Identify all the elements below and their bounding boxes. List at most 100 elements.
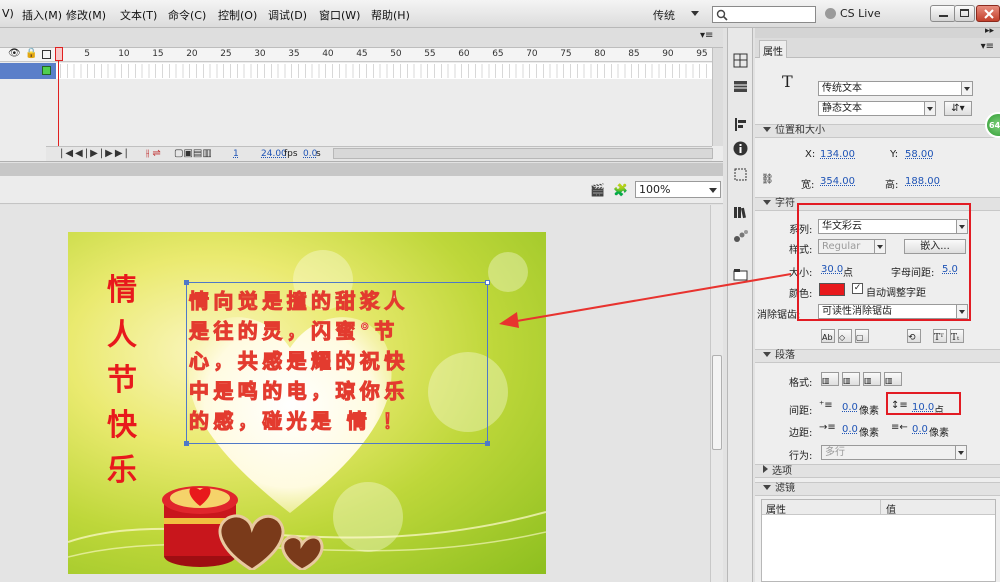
timeline-vertical-scrollbar[interactable] <box>712 48 723 146</box>
section-filters[interactable]: 滤镜 <box>755 482 1000 496</box>
eye-icon[interactable]: 👁 <box>8 48 21 59</box>
subscript-button[interactable]: Tₜ <box>950 329 964 343</box>
frame-grid[interactable] <box>60 64 712 78</box>
gift-box-graphic <box>162 486 324 570</box>
edit-scene-icon[interactable]: 🎬 <box>590 183 605 197</box>
menu-debug[interactable]: 调试(D) <box>268 7 307 23</box>
panel-menu-icon[interactable]: ▾≡ <box>981 41 994 52</box>
tab-properties[interactable]: 属性 <box>759 40 787 58</box>
search-input[interactable] <box>712 6 816 23</box>
menu-window[interactable]: 窗口(W) <box>319 7 360 23</box>
resize-handle[interactable] <box>184 441 189 446</box>
info-icon[interactable] <box>732 140 749 157</box>
timeline-horizontal-scrollbar[interactable] <box>333 148 713 159</box>
menu-help[interactable]: 帮助(H) <box>371 7 410 23</box>
link-button[interactable]: ⟲ <box>907 329 921 343</box>
y-value[interactable]: 58.00 <box>905 149 934 160</box>
section-paragraph[interactable]: 段落 <box>755 349 1000 363</box>
resize-handle[interactable] <box>184 280 189 285</box>
onion-skin-icon[interactable]: ⫲ ⇌ <box>146 148 161 159</box>
right-margin-icon: ≡← <box>891 422 908 433</box>
align-center-button[interactable]: ▥ <box>842 372 860 386</box>
collapsed-triangle-icon <box>763 465 768 473</box>
edit-symbol-icon[interactable]: 🧩 <box>613 183 628 197</box>
text-tool-icon: T <box>782 72 793 91</box>
selected-text-box[interactable]: 情向觉是撞的甜浆人 是往的灵，闪蜜°节 心，共感是耀的祝快 中是鸣的电，琼你乐 … <box>184 280 490 446</box>
filters-table[interactable]: 属性 值 <box>761 499 996 582</box>
align-right-button[interactable]: ▥ <box>863 372 881 386</box>
menu-view[interactable]: V) <box>2 7 14 20</box>
section-title: 选项 <box>772 466 792 477</box>
transform-icon[interactable] <box>732 166 749 183</box>
resize-handle[interactable] <box>485 280 490 285</box>
layer-row[interactable] <box>0 63 56 79</box>
library-icon[interactable] <box>732 204 749 221</box>
html-toggle[interactable]: ◇ <box>838 329 852 343</box>
text-engine-select[interactable]: 传统文本 <box>818 81 973 96</box>
frame-tick-label: 85 <box>628 49 640 59</box>
outline-icon[interactable] <box>42 50 51 59</box>
menu-modify[interactable]: 修改(M) <box>66 7 106 23</box>
fps-value[interactable]: 24.00 <box>261 149 287 159</box>
menu-text[interactable]: 文本(T) <box>120 7 157 23</box>
workspace-selector[interactable]: 传统 <box>653 5 699 23</box>
section-position-size[interactable]: 位置和大小 <box>755 124 1000 138</box>
highlight-box-character <box>797 203 971 321</box>
title-char: 乐 <box>107 453 137 488</box>
chevron-down-icon <box>961 82 972 95</box>
subscript-icon: Tₜ <box>951 333 960 343</box>
stage-canvas[interactable]: 情 人 节 快 乐 情向觉是撞的甜浆人 是往的灵，闪蜜°节 心，共感是耀的祝快 … <box>68 232 546 574</box>
scrollbar-thumb[interactable] <box>712 355 722 450</box>
menu-commands[interactable]: 命令(C) <box>168 7 206 23</box>
align-left-button[interactable]: ▥ <box>821 372 839 386</box>
current-frame: 1 <box>233 149 239 159</box>
indent-value[interactable]: 0.0 <box>842 402 858 413</box>
zoom-selector[interactable]: 100% <box>635 181 721 198</box>
playback-controls-icon[interactable]: |◀◀|▶|▶▶| <box>60 148 130 159</box>
section-options[interactable]: 选项 <box>755 464 1000 478</box>
swatches-grid-icon[interactable] <box>732 78 749 95</box>
height-value[interactable]: 188.00 <box>905 176 940 187</box>
border-toggle[interactable]: ▢ <box>855 329 869 343</box>
border-icon: ▢ <box>856 333 864 342</box>
lock-icon[interactable]: 🔒 <box>25 48 37 59</box>
text-line: 情向觉是撞的甜浆人 <box>189 289 409 314</box>
left-margin-value[interactable]: 0.0 <box>842 424 858 435</box>
frame-tick-label: 95 <box>696 49 708 59</box>
text-line: 是往的灵，闪蜜°节 <box>189 319 399 344</box>
frame-ruler[interactable]: 👁 🔒 151015202530354045505560657075808590… <box>0 48 712 62</box>
motion-presets-icon[interactable] <box>732 228 749 245</box>
cs-live-button[interactable]: CS Live <box>825 7 881 20</box>
indent-unit: 像素 <box>859 406 879 417</box>
selectable-toggle[interactable]: Ab <box>821 329 835 343</box>
x-value[interactable]: 134.00 <box>820 149 855 160</box>
frame-tick-label: 10 <box>118 49 130 59</box>
stage-vertical-scrollbar[interactable] <box>710 205 723 582</box>
text-type-select[interactable]: 静态文本 <box>818 101 936 116</box>
collapse-icon[interactable]: ▸▸ <box>985 26 994 36</box>
close-button[interactable] <box>976 5 1000 22</box>
frame-edit-icons[interactable]: ▢▣▤▥ <box>174 148 212 159</box>
menu-control[interactable]: 控制(O) <box>218 7 257 23</box>
lock-ratio-icon[interactable]: ⛓ <box>761 174 774 185</box>
behavior-select[interactable]: 多行 <box>821 445 967 460</box>
menu-insert[interactable]: 插入(M) <box>22 7 62 23</box>
color-swatch-icon[interactable] <box>732 52 749 69</box>
frame-tick-label: 75 <box>560 49 572 59</box>
orientation-button[interactable]: ⇵▾ <box>944 101 972 116</box>
playhead[interactable] <box>55 47 63 61</box>
section-title: 段落 <box>775 350 795 361</box>
justify-button[interactable]: ▥ <box>884 372 902 386</box>
restore-button[interactable] <box>954 5 975 22</box>
format-label: 格式: <box>789 378 813 389</box>
panel-menu-icon[interactable]: ▾≡ <box>700 30 713 41</box>
align-icon[interactable] <box>732 116 749 133</box>
html-icon: ◇ <box>839 333 846 342</box>
resize-handle[interactable] <box>485 441 490 446</box>
width-value[interactable]: 354.00 <box>820 176 855 187</box>
spacing-label: 间距: <box>789 406 813 417</box>
minimize-button[interactable] <box>930 5 956 22</box>
superscript-button[interactable]: Tᵀ <box>933 329 947 343</box>
right-margin-value[interactable]: 0.0 <box>912 424 928 435</box>
frame-tick-label: 45 <box>356 49 368 59</box>
